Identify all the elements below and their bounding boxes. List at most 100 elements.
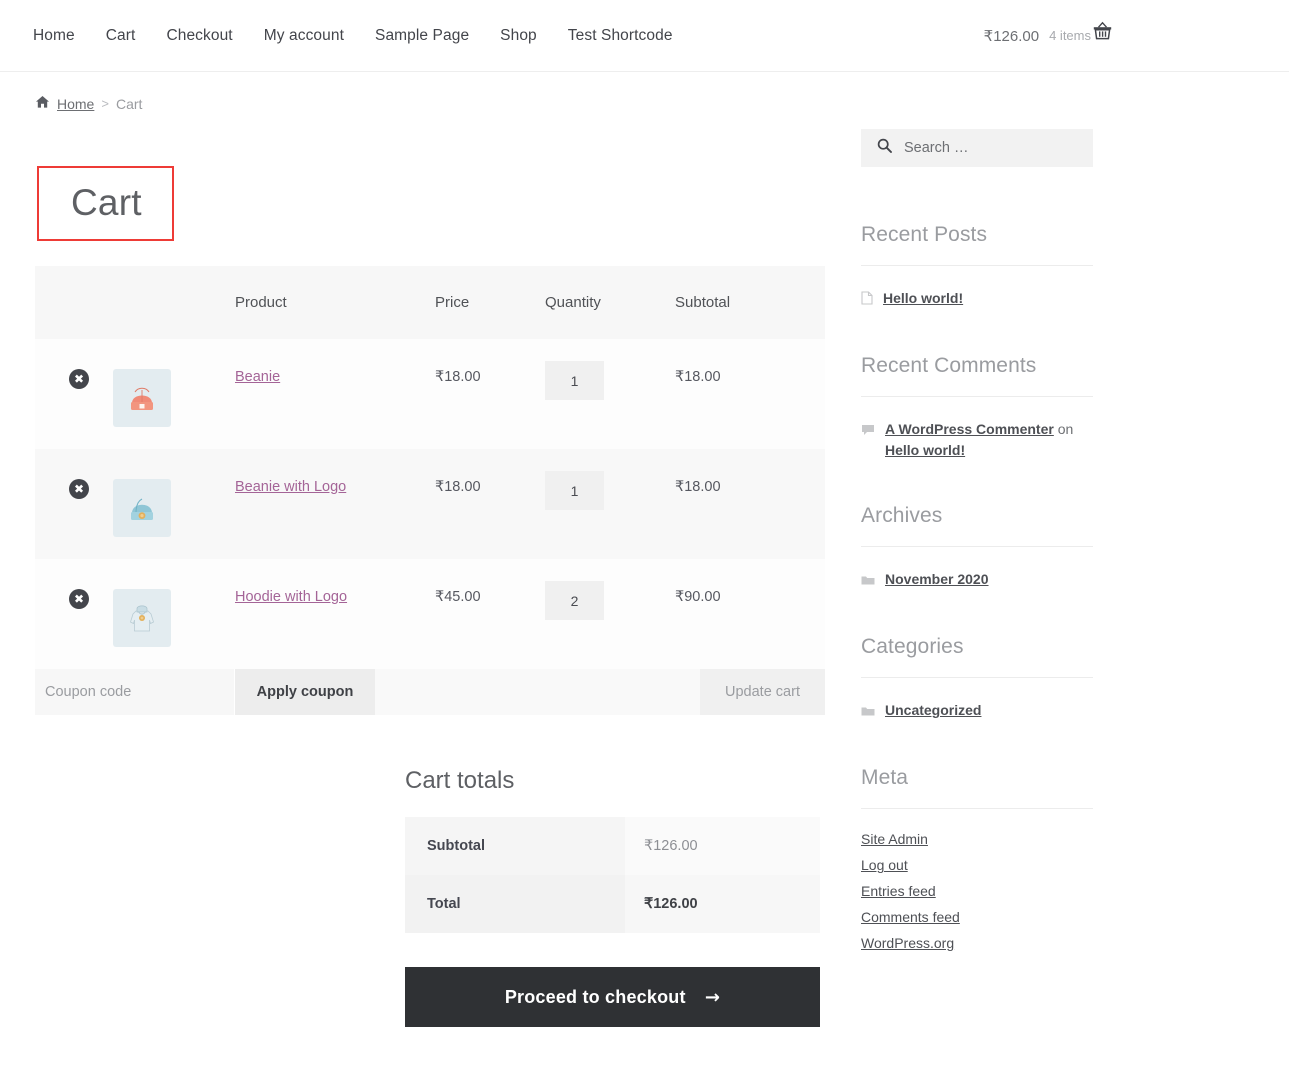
cell-price: ₹18.00 xyxy=(435,339,545,449)
cell-remove: ✖ xyxy=(35,559,113,669)
cell-remove: ✖ xyxy=(35,339,113,449)
main-navigation: Home Cart Checkout My account Sample Pag… xyxy=(33,27,673,45)
widget-title-recent-posts: Recent Posts xyxy=(861,223,1093,266)
list-item: Hello world! xyxy=(861,288,1093,310)
folder-icon xyxy=(861,571,875,591)
comment-author-link[interactable]: A WordPress Commenter xyxy=(885,421,1054,437)
apply-coupon-button[interactable]: Apply coupon xyxy=(235,669,375,715)
breadcrumb-separator: > xyxy=(101,96,109,111)
list-item: Uncategorized xyxy=(861,700,1093,722)
beanie-red-thumb[interactable] xyxy=(113,369,171,427)
subtotal-row: Subtotal ₹126.00 xyxy=(405,817,820,875)
breadcrumb: Home > Cart xyxy=(0,72,1289,112)
total-value: ₹126.00 xyxy=(625,875,820,933)
search-input[interactable] xyxy=(904,140,1064,156)
quantity-stepper[interactable] xyxy=(545,361,604,400)
main-content: Cart Product Price Quantity Subtotal ✖ xyxy=(35,112,825,1027)
widget-recent-comments: Recent Comments A WordPress Commenter on… xyxy=(861,354,1093,460)
list-item: Log out xyxy=(861,857,1093,875)
list-item: Site Admin xyxy=(861,831,1093,849)
proceed-to-checkout-button[interactable]: Proceed to checkout → xyxy=(405,967,820,1027)
list-item: November 2020 xyxy=(861,569,1093,591)
site-header: Home Cart Checkout My account Sample Pag… xyxy=(0,0,1289,72)
col-header-subtotal: Subtotal xyxy=(675,266,825,339)
home-icon xyxy=(35,95,50,112)
product-link[interactable]: Beanie xyxy=(235,369,280,385)
category-link[interactable]: Uncategorized xyxy=(885,700,981,720)
cell-product: Hoodie with Logo xyxy=(235,559,435,669)
remove-x-icon[interactable]: ✖ xyxy=(69,369,89,389)
meta-link-log-out[interactable]: Log out xyxy=(861,857,908,873)
product-link[interactable]: Beanie with Logo xyxy=(235,479,346,495)
col-header-product: Product xyxy=(235,266,435,339)
nav-item-sample-page[interactable]: Sample Page xyxy=(375,27,469,45)
coupon-row: Apply coupon Update cart xyxy=(35,669,825,715)
nav-item-test-shortcode[interactable]: Test Shortcode xyxy=(568,27,673,45)
product-link[interactable]: Hoodie with Logo xyxy=(235,589,347,605)
list-item: A WordPress Commenter on Hello world! xyxy=(861,419,1093,460)
arrow-right-icon: → xyxy=(705,987,720,1008)
comment-post-link[interactable]: Hello world! xyxy=(885,442,965,458)
cell-price: ₹45.00 xyxy=(435,559,545,669)
table-row: ✖ B xyxy=(35,339,825,449)
meta-link-wordpress-org[interactable]: WordPress.org xyxy=(861,935,954,951)
quantity-stepper[interactable] xyxy=(545,581,604,620)
widget-archives: Archives November 2020 xyxy=(861,504,1093,591)
cell-product: Beanie xyxy=(235,339,435,449)
remove-x-icon[interactable]: ✖ xyxy=(69,479,89,499)
meta-link-entries-feed[interactable]: Entries feed xyxy=(861,883,936,899)
cell-subtotal: ₹90.00 xyxy=(675,559,825,669)
breadcrumb-home-link[interactable]: Home xyxy=(57,96,94,112)
search-widget[interactable] xyxy=(861,129,1093,167)
col-header-price: Price xyxy=(435,266,545,339)
recent-post-link[interactable]: Hello world! xyxy=(883,288,963,308)
meta-link-comments-feed[interactable]: Comments feed xyxy=(861,909,960,925)
cell-product: Beanie with Logo xyxy=(235,449,435,559)
cart-table-body: ✖ B xyxy=(35,339,825,669)
comment-on-word: on xyxy=(1058,421,1074,437)
quantity-stepper[interactable] xyxy=(545,471,604,510)
nav-item-cart[interactable]: Cart xyxy=(106,27,136,45)
col-header-remove xyxy=(35,266,113,339)
cell-thumbnail xyxy=(113,559,235,669)
cart-total-amount: ₹126.00 xyxy=(984,27,1039,45)
subtotal-value: ₹126.00 xyxy=(625,817,820,875)
cell-thumbnail xyxy=(113,339,235,449)
cell-price: ₹18.00 xyxy=(435,449,545,559)
col-header-quantity: Quantity xyxy=(545,266,675,339)
cart-totals-section: Cart totals Subtotal ₹126.00 Total ₹126.… xyxy=(405,767,820,1027)
remove-x-icon[interactable]: ✖ xyxy=(69,589,89,609)
widget-title-categories: Categories xyxy=(861,635,1093,678)
widget-title-meta: Meta xyxy=(861,766,1093,809)
nav-item-home[interactable]: Home xyxy=(33,27,75,45)
widget-recent-posts: Recent Posts Hello world! xyxy=(861,223,1093,310)
meta-link-site-admin[interactable]: Site Admin xyxy=(861,831,928,847)
sidebar: Recent Posts Hello world! Recent Comment… xyxy=(861,112,1093,1027)
beanie-blue-logo-thumb[interactable] xyxy=(113,479,171,537)
cell-quantity xyxy=(545,339,675,449)
header-cart-summary[interactable]: ₹126.00 4 items xyxy=(984,27,1259,45)
shopping-basket-icon[interactable] xyxy=(1091,20,1113,42)
update-cart-button[interactable]: Update cart xyxy=(700,669,825,715)
archive-link[interactable]: November 2020 xyxy=(885,569,989,589)
hoodie-logo-thumb[interactable] xyxy=(113,589,171,647)
widget-meta: Meta Site Admin Log out Entries feed Com… xyxy=(861,766,1093,953)
cart-header-row: Product Price Quantity Subtotal xyxy=(35,266,825,339)
comment-text: A WordPress Commenter on Hello world! xyxy=(885,419,1093,460)
subtotal-label: Subtotal xyxy=(405,817,625,875)
cart-table-head: Product Price Quantity Subtotal xyxy=(35,266,825,339)
cart-item-count: 4 items xyxy=(1049,28,1091,43)
nav-item-checkout[interactable]: Checkout xyxy=(166,27,232,45)
nav-item-my-account[interactable]: My account xyxy=(264,27,344,45)
nav-item-shop[interactable]: Shop xyxy=(500,27,537,45)
breadcrumb-current: Cart xyxy=(116,96,142,112)
cell-quantity xyxy=(545,559,675,669)
cell-quantity xyxy=(545,449,675,559)
cell-subtotal: ₹18.00 xyxy=(675,449,825,559)
cart-totals-title: Cart totals xyxy=(405,767,820,795)
cell-thumbnail xyxy=(113,449,235,559)
total-row: Total ₹126.00 xyxy=(405,875,820,933)
page-title: Cart xyxy=(71,184,142,221)
table-row: ✖ B xyxy=(35,449,825,559)
coupon-code-input[interactable] xyxy=(35,669,235,715)
